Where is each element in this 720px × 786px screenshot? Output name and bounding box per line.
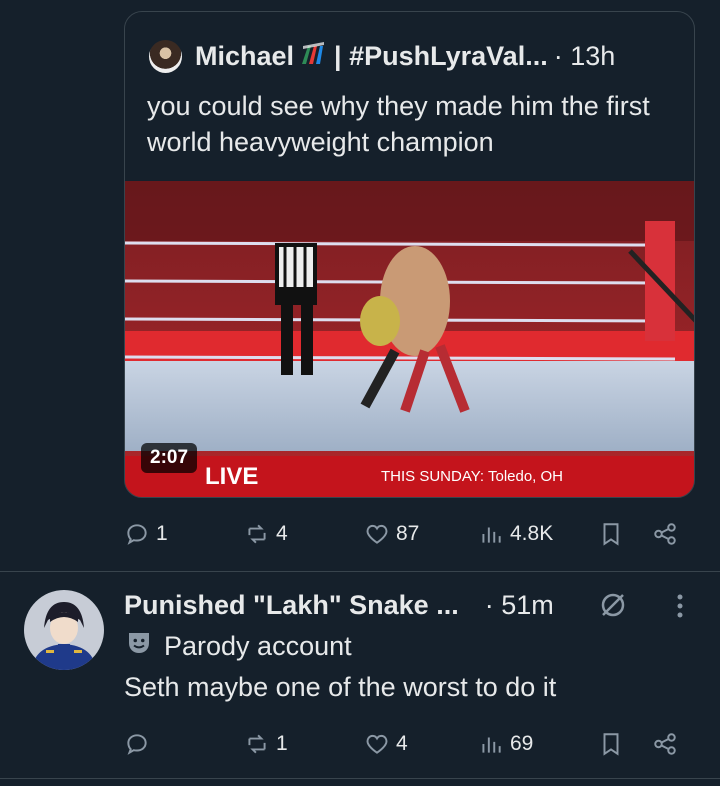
analytics-icon	[482, 737, 501, 753]
reply-button-2[interactable]	[124, 731, 156, 757]
quoted-author-name[interactable]: Michael	[195, 41, 294, 72]
quoted-author-handle[interactable]: | #PushLyraVal...	[334, 41, 548, 72]
analytics-icon	[482, 527, 501, 543]
reply-icon	[127, 524, 147, 545]
views-button-2[interactable]: 69	[478, 731, 533, 757]
like-button-2[interactable]: 4	[364, 731, 408, 757]
reply-author-avatar[interactable]	[24, 590, 104, 670]
quoted-tweet-header: Michael | #PushLyraVal... · 13h	[149, 38, 615, 74]
reply-time[interactable]: · 51m	[485, 590, 554, 621]
bookmark-icon	[603, 733, 619, 756]
like-count: 87	[396, 522, 420, 545]
quoted-author-avatar[interactable]	[149, 39, 182, 73]
repost-icon	[248, 734, 266, 754]
like-button[interactable]: 87	[364, 521, 419, 547]
video-player[interactable]: LIVE THIS SUNDAY: Toledo, OH 2:07	[125, 181, 694, 497]
heart-icon	[366, 734, 388, 754]
repost-count: 4	[276, 522, 288, 545]
reply-author-name[interactable]: Punished "Lakh" Snake ...	[124, 590, 459, 621]
quoted-tweet-text: you could see why they made him the firs…	[147, 91, 650, 157]
quoted-tweet-card[interactable]: Michael | #PushLyraVal... · 13h you coul…	[124, 11, 695, 498]
more-options-icon[interactable]	[670, 591, 690, 626]
bookmark-button[interactable]	[598, 521, 624, 547]
share-icon	[654, 733, 676, 755]
reply-header: Punished "Lakh" Snake ... · 51m	[124, 586, 554, 624]
repost-icon	[248, 524, 266, 544]
reply-count: 1	[156, 522, 168, 545]
like-count-2: 4	[396, 732, 408, 755]
repost-button-2[interactable]: 1	[244, 731, 288, 757]
repost-button[interactable]: 4	[244, 521, 288, 547]
heart-icon	[366, 524, 388, 544]
divider	[0, 571, 720, 572]
view-count-2: 69	[510, 732, 534, 755]
share-icon	[654, 523, 676, 545]
live-banner: LIVE	[205, 463, 258, 490]
parody-label-text: Parody account	[164, 631, 352, 661]
theater-masks-icon	[124, 628, 154, 665]
bookmark-icon	[603, 523, 619, 546]
repost-count-2: 1	[276, 732, 288, 755]
reply-text: Seth maybe one of the worst to do it	[124, 672, 557, 702]
view-count: 4.8K	[510, 522, 554, 545]
reply-button[interactable]: 1	[124, 521, 168, 547]
flag-emoji-icon	[300, 40, 328, 73]
share-button[interactable]	[652, 521, 678, 547]
grok-icon[interactable]	[598, 590, 628, 625]
reply-icon	[127, 734, 147, 755]
quoted-tweet-time[interactable]: · 13h	[554, 41, 616, 72]
bookmark-button-2[interactable]	[598, 731, 624, 757]
views-button[interactable]: 4.8K	[478, 521, 553, 547]
video-duration: 2:07	[141, 443, 198, 473]
banner-info: THIS SUNDAY: Toledo, OH	[381, 468, 563, 485]
share-button-2[interactable]	[652, 731, 678, 757]
parody-label: Parody account	[124, 628, 352, 665]
video-frame: LIVE THIS SUNDAY: Toledo, OH	[125, 181, 694, 497]
divider	[0, 778, 720, 779]
